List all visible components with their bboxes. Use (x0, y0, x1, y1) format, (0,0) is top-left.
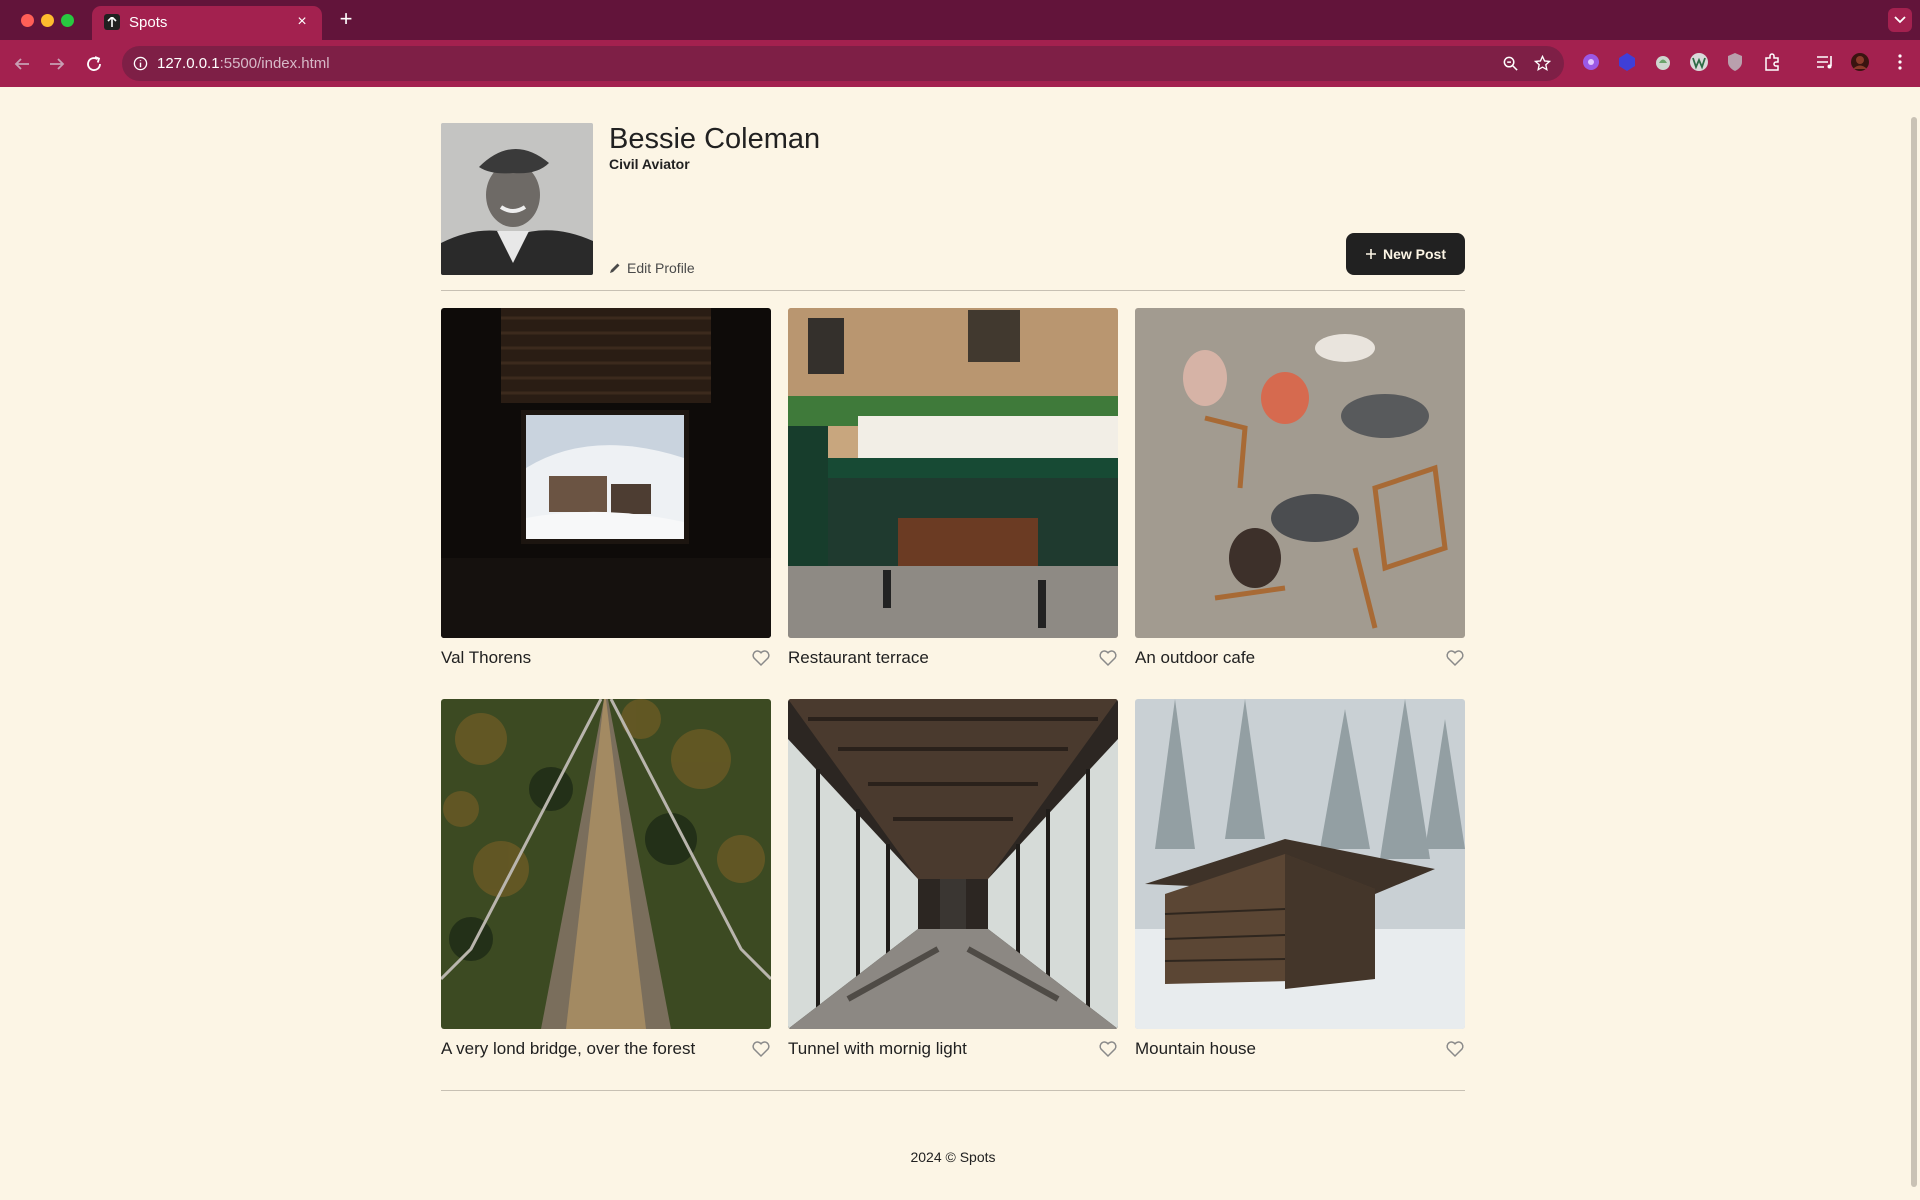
card: Mountain house (1135, 699, 1465, 1064)
window-close-button[interactable] (21, 14, 34, 27)
zoom-icon[interactable] (1502, 55, 1519, 72)
profile-section: Bessie Coleman Civil Aviator Edit Profil… (441, 123, 1465, 277)
browser-menu-icon[interactable] (1890, 52, 1910, 72)
card-image[interactable] (441, 308, 771, 638)
heart-icon[interactable] (1445, 1039, 1465, 1059)
profile-name: Bessie Coleman (609, 123, 821, 155)
browser-tab-bar: Spots × + (0, 0, 1920, 40)
new-post-button[interactable]: New Post (1346, 233, 1465, 275)
extensions-puzzle-icon[interactable] (1762, 52, 1782, 72)
card: Restaurant terrace (788, 308, 1118, 673)
site-info-icon[interactable] (133, 56, 148, 71)
extension-leaf-icon[interactable] (1653, 52, 1673, 72)
card-image[interactable] (788, 308, 1118, 638)
address-bar[interactable]: 127.0.0.1:5500/index.html (122, 46, 1564, 81)
footer-text: 2024 © Spots (910, 1149, 996, 1165)
edit-profile-button[interactable]: Edit Profile (609, 259, 695, 277)
new-post-label: New Post (1382, 246, 1446, 262)
card-title: An outdoor cafe (1135, 648, 1256, 667)
card-image[interactable] (1135, 699, 1465, 1029)
heart-icon[interactable] (751, 648, 771, 668)
card-title: Restaurant terrace (788, 648, 929, 667)
tab-close-icon[interactable]: × (292, 12, 312, 32)
browser-tab-spots[interactable]: Spots × (92, 6, 322, 40)
pencil-icon (610, 263, 620, 273)
reload-icon[interactable] (82, 52, 106, 76)
extension-cube-icon[interactable] (1617, 52, 1637, 72)
card-title: A very lond bridge, over the forest (441, 1039, 696, 1058)
forward-arrow-icon[interactable] (45, 52, 69, 76)
new-tab-button[interactable]: + (334, 8, 358, 32)
spots-favicon-icon (104, 14, 120, 30)
card: Tunnel with mornig light (788, 699, 1118, 1064)
page-scrollbar[interactable] (1908, 87, 1920, 1200)
profile-avatar (441, 123, 593, 275)
card-title: Tunnel with mornig light (788, 1039, 967, 1058)
bookmark-star-icon[interactable] (1534, 55, 1551, 72)
extension-shield-icon[interactable] (1725, 52, 1745, 72)
heart-icon[interactable] (1445, 648, 1465, 668)
profile-avatar-icon[interactable] (1850, 52, 1870, 72)
chevron-down-icon (1894, 16, 1906, 24)
heart-icon[interactable] (1098, 1039, 1118, 1059)
heart-icon[interactable] (751, 1039, 771, 1059)
window-minimize-button[interactable] (41, 14, 54, 27)
tab-title: Spots (129, 14, 168, 31)
profile-description: Civil Aviator (609, 156, 690, 172)
card-image[interactable] (788, 699, 1118, 1029)
footer-divider (441, 1090, 1465, 1091)
card-image[interactable] (1135, 308, 1465, 638)
heart-icon[interactable] (1098, 648, 1118, 668)
card-image[interactable] (441, 699, 771, 1029)
card-title: Val Thorens (441, 648, 532, 667)
back-arrow-icon[interactable] (10, 52, 34, 76)
edit-profile-label: Edit Profile (627, 260, 695, 276)
scrollbar-thumb[interactable] (1911, 117, 1917, 1187)
extension-flower-icon[interactable] (1581, 52, 1601, 72)
profile-divider (441, 290, 1465, 291)
extension-w-icon[interactable] (1689, 52, 1709, 72)
card: A very lond bridge, over the forest (441, 699, 771, 1064)
card: Val Thorens (441, 308, 771, 673)
plus-icon (1365, 249, 1376, 259)
tab-search-button[interactable] (1888, 8, 1912, 32)
media-controls-icon[interactable] (1815, 52, 1835, 72)
card: An outdoor cafe (1135, 308, 1465, 673)
card-title: Mountain house (1135, 1039, 1256, 1058)
window-maximize-button[interactable] (61, 14, 74, 27)
url-text: 127.0.0.1:5500/index.html (157, 55, 330, 72)
browser-toolbar: 127.0.0.1:5500/index.html (0, 40, 1920, 87)
